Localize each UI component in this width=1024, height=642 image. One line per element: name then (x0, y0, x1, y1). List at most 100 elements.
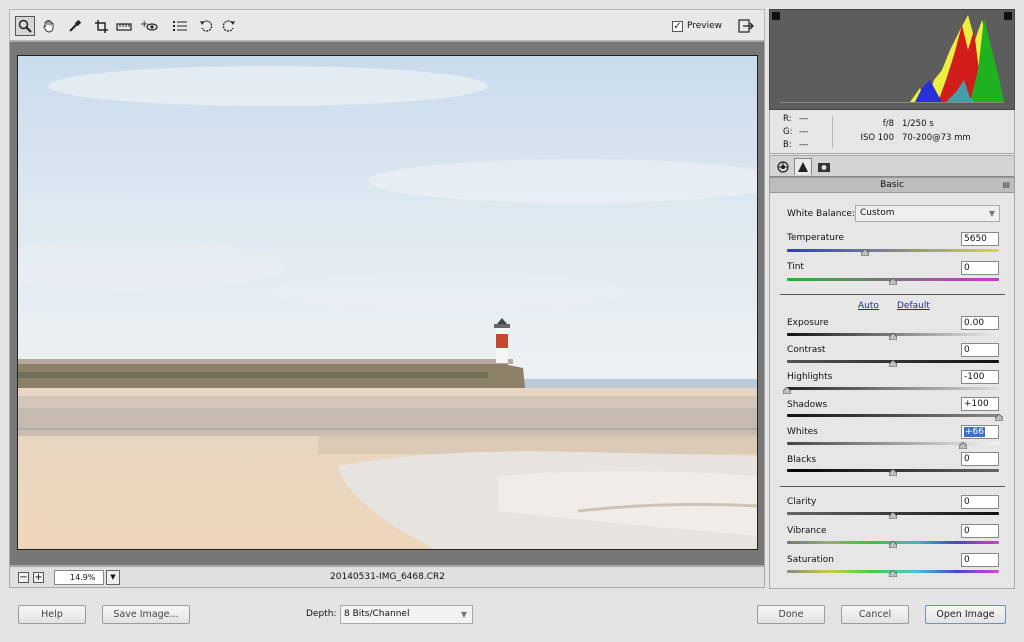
zoom-out-button[interactable]: − (18, 572, 29, 583)
clarity-slider-handle[interactable] (889, 512, 897, 519)
default-link[interactable]: Default (897, 301, 930, 311)
saturation-field[interactable]: 0 (961, 553, 999, 567)
g-value: --- (799, 127, 809, 137)
r-value: --- (799, 114, 809, 124)
saturation-label: Saturation (787, 555, 834, 565)
zoom-level-field[interactable]: 14.9% (54, 570, 104, 585)
exposure-field[interactable]: 0.00 (961, 316, 999, 330)
save-image-button[interactable]: Save Image... (102, 605, 190, 624)
status-bar: − + 14.9% ▼ 20140531-IMG_6468.CR2 (9, 566, 765, 588)
whites-field[interactable]: +66 (961, 425, 999, 439)
info-divider (832, 116, 833, 148)
help-button[interactable]: Help (18, 605, 86, 624)
whites-slider-handle[interactable] (958, 442, 967, 449)
camera-info: R: --- G: --- B: --- f/8 1/250 s ISO 100 70-2… (769, 110, 1015, 154)
shadows-label: Shadows (787, 400, 828, 410)
image-preview-area[interactable] (9, 41, 765, 566)
whites-slider[interactable] (787, 442, 999, 445)
iso-value: ISO 100 (860, 133, 894, 143)
vibrance-field[interactable]: 0 (961, 524, 999, 538)
exposure-slider-handle[interactable] (889, 333, 897, 340)
file-name: 20140531-IMG_6468.CR2 (330, 572, 445, 582)
tint-label: Tint (787, 262, 804, 272)
highlights-label: Highlights (787, 372, 833, 382)
highlights-slider[interactable] (787, 387, 999, 390)
blacks-field[interactable]: 0 (961, 452, 999, 466)
section-divider (780, 486, 1005, 487)
rotate-right-icon[interactable] (219, 16, 239, 36)
preview-label: Preview (687, 21, 723, 31)
rgb-readout: R: --- G: --- B: --- (783, 113, 815, 152)
rotate-left-icon[interactable] (196, 16, 216, 36)
b-label: B: (783, 140, 792, 150)
panel-tab-bar (769, 155, 1015, 177)
temperature-label: Temperature (787, 233, 845, 243)
depth-value: 8 Bits/Channel (344, 609, 410, 619)
section-divider (780, 294, 1005, 295)
tint-slider-handle[interactable] (889, 278, 897, 285)
contrast-field[interactable]: 0 (961, 343, 999, 357)
crop-tool-icon[interactable] (91, 16, 111, 36)
r-label: R: (783, 114, 792, 124)
full-screen-toggle-icon[interactable] (736, 16, 756, 36)
tone-curve-tab-icon[interactable] (794, 158, 812, 175)
panel-title-text: Basic (880, 180, 904, 190)
open-image-button[interactable]: Open Image (925, 605, 1006, 624)
highlights-field[interactable]: -100 (961, 370, 999, 384)
red-eye-removal-icon[interactable]: + (139, 16, 159, 36)
white-balance-select[interactable]: Custom ▼ (855, 205, 1000, 222)
shutter-speed-value: 1/250 s (902, 119, 934, 129)
panel-menu-icon[interactable]: ▤ (1002, 178, 1010, 192)
preview-checkbox[interactable]: ✓ (672, 20, 683, 32)
shadows-slider[interactable] (787, 414, 999, 417)
shadow-clipping-warning-icon (772, 12, 780, 20)
panel-title: Basic ▤ (769, 177, 1015, 193)
clarity-label: Clarity (787, 497, 817, 507)
hand-tool-icon[interactable] (39, 16, 59, 36)
white-balance-tool-icon[interactable] (65, 16, 85, 36)
auto-link[interactable]: Auto (858, 301, 879, 311)
done-button[interactable]: Done (757, 605, 825, 624)
temperature-field[interactable]: 5650 (961, 232, 999, 246)
camera-calibration-tab-icon[interactable] (815, 158, 833, 175)
zoom-tool-icon[interactable] (15, 16, 35, 36)
exposure-label: Exposure (787, 318, 829, 328)
temperature-slider[interactable] (787, 249, 999, 252)
highlight-clipping-warning-icon (1004, 12, 1012, 20)
temperature-slider-handle[interactable] (861, 249, 870, 256)
vibrance-slider-handle[interactable] (889, 541, 897, 548)
preferences-icon[interactable] (170, 16, 190, 36)
blacks-slider-handle[interactable] (889, 469, 897, 476)
tint-field[interactable]: 0 (961, 261, 999, 275)
straighten-tool-icon[interactable] (114, 16, 134, 36)
preview-toggle[interactable]: ✓ Preview (672, 19, 722, 33)
zoom-dropdown-button[interactable]: ▼ (106, 570, 120, 585)
white-balance-value: Custom (860, 208, 895, 218)
chevron-down-icon: ▼ (988, 209, 995, 218)
blacks-label: Blacks (787, 455, 817, 465)
photo-preview (17, 55, 758, 550)
lens-value: 70-200@73 mm (902, 133, 971, 143)
whites-value: +66 (964, 427, 985, 437)
vibrance-label: Vibrance (787, 526, 827, 536)
g-label: G: (783, 127, 793, 137)
b-value: --- (799, 140, 809, 150)
shadows-field[interactable]: +100 (961, 397, 999, 411)
contrast-label: Contrast (787, 345, 826, 355)
white-balance-label: White Balance: (787, 209, 855, 219)
aperture-value: f/8 (882, 119, 894, 129)
zoom-in-button[interactable]: + (33, 572, 44, 583)
histogram (769, 9, 1015, 110)
clarity-field[interactable]: 0 (961, 495, 999, 509)
contrast-slider-handle[interactable] (889, 360, 897, 367)
saturation-slider-handle[interactable] (889, 570, 897, 577)
tool-bar: + ✓ Preview (9, 9, 765, 41)
highlights-slider-handle[interactable] (783, 387, 791, 394)
shadows-slider-handle[interactable] (995, 414, 1003, 421)
chevron-down-icon: ▼ (460, 610, 467, 619)
cancel-button[interactable]: Cancel (841, 605, 909, 624)
depth-select[interactable]: 8 Bits/Channel ▼ (340, 605, 473, 624)
depth-label: Depth: (306, 609, 337, 619)
whites-label: Whites (787, 427, 818, 437)
basic-tab-icon[interactable] (774, 158, 792, 175)
